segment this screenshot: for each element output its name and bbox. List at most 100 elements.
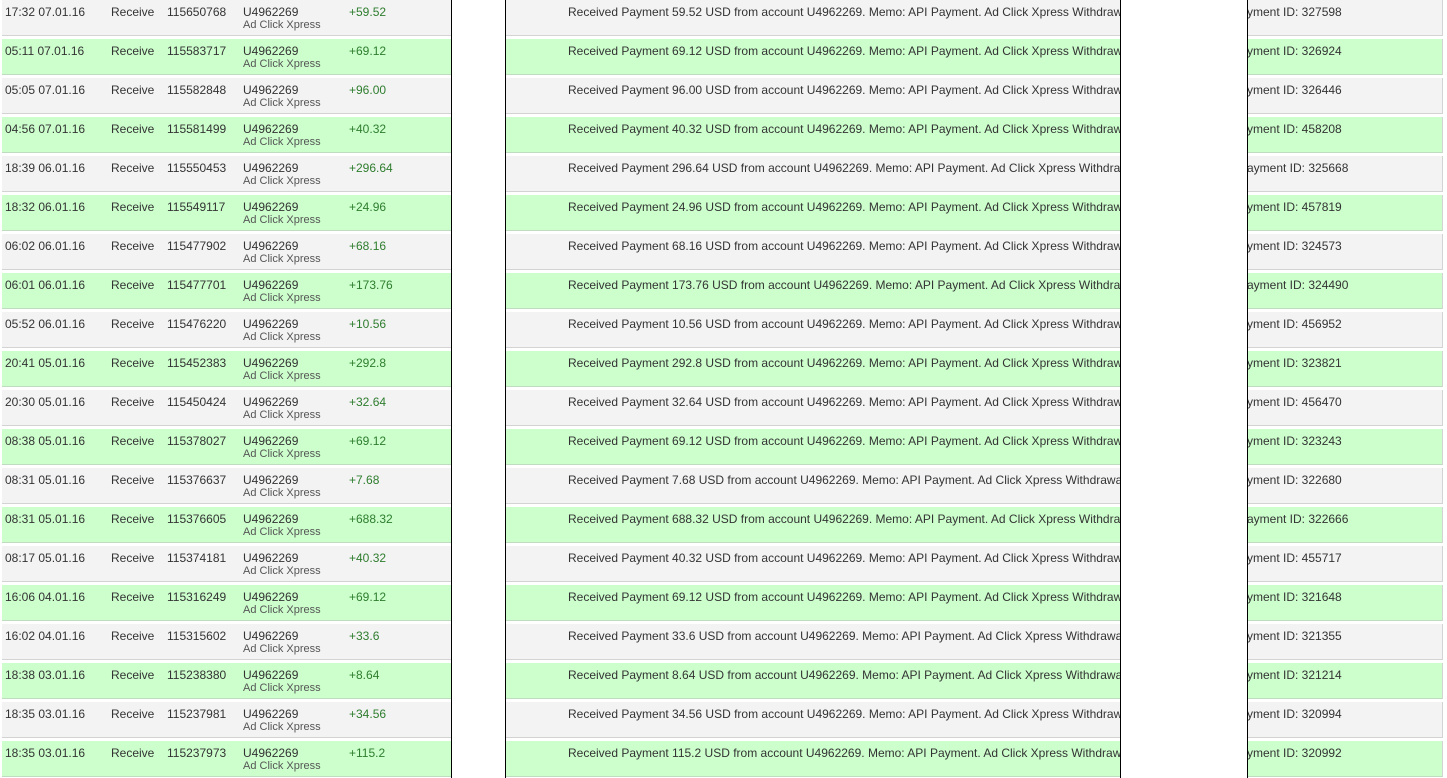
memo-text: Received Payment 69.12 USD from account … <box>568 434 1132 448</box>
transaction-type: Receive <box>111 746 155 760</box>
transaction-type: Receive <box>111 317 155 331</box>
account-number: U4962269 <box>243 473 299 487</box>
transaction-type: Receive <box>111 395 155 409</box>
payment-id: yment ID: 321648 <box>1247 590 1342 604</box>
payment-id: yment ID: 327598 <box>1247 5 1342 19</box>
memo-text: Received Payment 69.12 USD from account … <box>568 590 1132 604</box>
batch-number: 115581499 <box>167 122 227 136</box>
transaction-time: 18:32 06.01.16 <box>5 200 86 214</box>
payment-id: yment ID: 324573 <box>1247 239 1342 253</box>
account-name: Ad Click Xpress <box>243 253 321 265</box>
transaction-type: Receive <box>111 5 155 19</box>
account-number: U4962269 <box>243 5 299 19</box>
transaction-time: 18:35 03.01.16 <box>5 707 86 721</box>
transaction-time: 18:39 06.01.16 <box>5 161 86 175</box>
amount: +24.96 <box>349 200 387 214</box>
account-number: U4962269 <box>243 44 299 58</box>
amount: +292.8 <box>349 356 387 370</box>
account-number: U4962269 <box>243 122 299 136</box>
account-name: Ad Click Xpress <box>243 136 321 148</box>
transaction-time: 08:31 05.01.16 <box>5 512 86 526</box>
account-number: U4962269 <box>243 707 299 721</box>
account-number: U4962269 <box>243 590 299 604</box>
transaction-type: Receive <box>111 707 155 721</box>
transaction-time: 18:38 03.01.16 <box>5 668 86 682</box>
account-number: U4962269 <box>243 161 299 175</box>
account-name: Ad Click Xpress <box>243 370 321 382</box>
amount: +115.2 <box>349 746 386 760</box>
memo-text: Received Payment 24.96 USD from account … <box>568 200 1132 214</box>
batch-number: 115315602 <box>167 629 227 643</box>
transaction-type: Receive <box>111 83 155 97</box>
memo-text: Received Payment 59.52 USD from account … <box>568 5 1132 19</box>
account-number: U4962269 <box>243 200 299 214</box>
batch-number: 115374181 <box>167 551 227 565</box>
payment-id: yment ID: 456952 <box>1247 317 1342 331</box>
redaction-box <box>451 0 506 778</box>
payment-id: ayment ID: 322666 <box>1247 512 1349 526</box>
amount: +59.52 <box>349 5 387 19</box>
memo-text: Received Payment 10.56 USD from account … <box>568 317 1132 331</box>
account-number: U4962269 <box>243 746 299 760</box>
account-name: Ad Click Xpress <box>243 448 321 460</box>
amount: +173.76 <box>349 278 393 292</box>
batch-number: 115583717 <box>167 44 227 58</box>
transaction-time: 20:30 05.01.16 <box>5 395 86 409</box>
memo-text: Received Payment 8.64 USD from account U… <box>568 668 1125 682</box>
payment-id: yment ID: 458208 <box>1247 122 1342 136</box>
account-name: Ad Click Xpress <box>243 682 321 694</box>
transaction-time: 05:05 07.01.16 <box>5 83 86 97</box>
batch-number: 115450424 <box>167 395 227 409</box>
memo-text: Received Payment 173.76 USD from account… <box>568 278 1139 292</box>
transaction-type: Receive <box>111 434 155 448</box>
transaction-type: Receive <box>111 161 155 175</box>
amount: +296.64 <box>349 161 393 175</box>
batch-number: 115316249 <box>167 590 227 604</box>
payment-id: ayment ID: 325668 <box>1247 161 1349 175</box>
account-number: U4962269 <box>243 512 299 526</box>
account-number: U4962269 <box>243 434 299 448</box>
account-name: Ad Click Xpress <box>243 409 321 421</box>
batch-number: 115477701 <box>167 278 227 292</box>
amount: +32.64 <box>349 395 387 409</box>
account-name: Ad Click Xpress <box>243 526 321 538</box>
payment-id: yment ID: 323821 <box>1247 356 1342 370</box>
account-number: U4962269 <box>243 239 299 253</box>
transaction-type: Receive <box>111 473 155 487</box>
transaction-time: 20:41 05.01.16 <box>5 356 86 370</box>
batch-number: 115376605 <box>167 512 227 526</box>
transaction-type: Receive <box>111 356 155 370</box>
account-number: U4962269 <box>243 356 299 370</box>
payment-id: yment ID: 320992 <box>1247 746 1342 760</box>
amount: +40.32 <box>349 551 387 565</box>
memo-text: Received Payment 40.32 USD from account … <box>568 122 1132 136</box>
transaction-time: 17:32 07.01.16 <box>5 5 86 19</box>
amount: +688.32 <box>349 512 393 526</box>
batch-number: 115549117 <box>167 200 226 214</box>
account-name: Ad Click Xpress <box>243 175 321 187</box>
transaction-type: Receive <box>111 200 155 214</box>
memo-text: Received Payment 33.6 USD from account U… <box>568 629 1125 643</box>
transaction-type: Receive <box>111 590 155 604</box>
amount: +10.56 <box>349 317 387 331</box>
transaction-time: 16:06 04.01.16 <box>5 590 86 604</box>
transaction-type: Receive <box>111 122 155 136</box>
transaction-time: 04:56 07.01.16 <box>5 122 86 136</box>
memo-text: Received Payment 7.68 USD from account U… <box>568 473 1125 487</box>
amount: +40.32 <box>349 122 387 136</box>
payment-id: yment ID: 321214 <box>1247 668 1342 682</box>
batch-number: 115582848 <box>167 83 227 97</box>
transaction-type: Receive <box>111 668 155 682</box>
payment-id: yment ID: 326924 <box>1247 44 1342 58</box>
memo-text: Received Payment 34.56 USD from account … <box>568 707 1132 721</box>
transaction-time: 16:02 04.01.16 <box>5 629 86 643</box>
transaction-time: 06:02 06.01.16 <box>5 239 86 253</box>
memo-text: Received Payment 292.8 USD from account … <box>568 356 1132 370</box>
payment-id: yment ID: 457819 <box>1247 200 1342 214</box>
transaction-type: Receive <box>111 551 155 565</box>
transaction-type: Receive <box>111 44 155 58</box>
amount: +68.16 <box>349 239 387 253</box>
memo-text: Received Payment 40.32 USD from account … <box>568 551 1132 565</box>
transaction-time: 05:52 06.01.16 <box>5 317 86 331</box>
transaction-time: 18:35 03.01.16 <box>5 746 86 760</box>
